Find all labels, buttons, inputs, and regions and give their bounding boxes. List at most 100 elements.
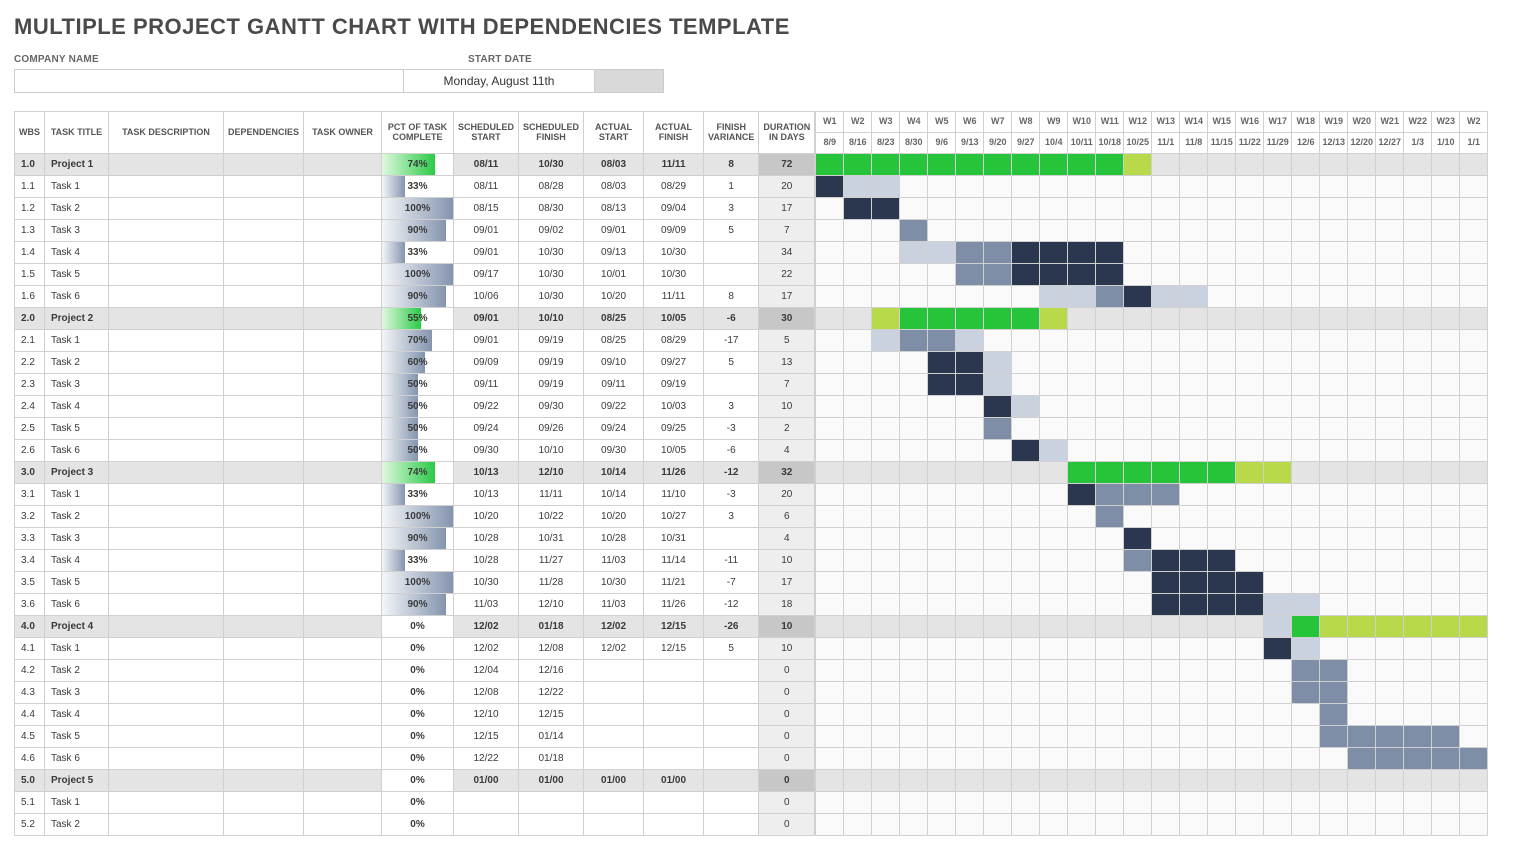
gantt-bar-segment: [956, 330, 984, 352]
project-row[interactable]: 1.0Project 174%08/1110/3008/0311/11872: [15, 154, 815, 176]
gantt-bar-segment: [984, 264, 1012, 286]
pct-cell[interactable]: 33%: [382, 242, 454, 264]
task-row[interactable]: 5.1Task 10%0: [15, 792, 815, 814]
pct-cell[interactable]: 50%: [382, 440, 454, 462]
gantt-bar-segment: [1264, 638, 1292, 660]
pct-cell[interactable]: 0%: [382, 704, 454, 726]
date-header: 1/3: [1404, 133, 1432, 154]
gantt-bar-segment: [1096, 154, 1124, 176]
project-row[interactable]: 4.0Project 40%12/0201/1812/0212/15-2610: [15, 616, 815, 638]
start-date-input[interactable]: Monday, August 11th: [403, 69, 595, 93]
week-header: W11: [1096, 112, 1124, 133]
gantt-bar-segment: [984, 242, 1012, 264]
pct-cell[interactable]: 100%: [382, 198, 454, 220]
task-row[interactable]: 2.1Task 170%09/0109/1908/2508/29-175: [15, 330, 815, 352]
gantt-bar-segment: [956, 242, 984, 264]
gantt-bar-segment: [1292, 682, 1320, 704]
task-row[interactable]: 1.6Task 690%10/0610/3010/2011/11817: [15, 286, 815, 308]
task-row[interactable]: 2.3Task 350%09/1109/1909/1109/197: [15, 374, 815, 396]
pct-cell[interactable]: 0%: [382, 748, 454, 770]
gantt-bar-segment: [844, 176, 872, 198]
date-header: 1/1: [1460, 133, 1488, 154]
pct-cell[interactable]: 0%: [382, 660, 454, 682]
gantt-bar-segment: [1068, 242, 1096, 264]
pct-cell[interactable]: 50%: [382, 418, 454, 440]
gantt-bar-segment: [1096, 462, 1124, 484]
week-header: W9: [1040, 112, 1068, 133]
task-row[interactable]: 2.6Task 650%09/3010/1009/3010/05-64: [15, 440, 815, 462]
pct-cell[interactable]: 0%: [382, 638, 454, 660]
task-row[interactable]: 4.6Task 60%12/2201/180: [15, 748, 815, 770]
project-row[interactable]: 3.0Project 374%10/1312/1010/1411/26-1232: [15, 462, 815, 484]
pct-cell[interactable]: 100%: [382, 572, 454, 594]
week-header: W10: [1068, 112, 1096, 133]
pct-cell[interactable]: 0%: [382, 726, 454, 748]
task-row[interactable]: 2.4Task 450%09/2209/3009/2210/03310: [15, 396, 815, 418]
task-row[interactable]: 4.3Task 30%12/0812/220: [15, 682, 815, 704]
gantt-bar-segment: [1292, 638, 1320, 660]
pct-cell[interactable]: 0%: [382, 616, 454, 638]
pct-cell[interactable]: 33%: [382, 176, 454, 198]
task-row[interactable]: 1.5Task 5100%09/1710/3010/0110/3022: [15, 264, 815, 286]
gantt-bar-segment: [1012, 396, 1040, 418]
gantt-bar-segment: [1208, 550, 1236, 572]
pct-cell[interactable]: 50%: [382, 396, 454, 418]
pct-cell[interactable]: 70%: [382, 330, 454, 352]
task-row[interactable]: 1.2Task 2100%08/1508/3008/1309/04317: [15, 198, 815, 220]
task-row[interactable]: 3.2Task 2100%10/2010/2210/2010/2736: [15, 506, 815, 528]
task-row[interactable]: 5.2Task 20%0: [15, 814, 815, 836]
week-header: W13: [1152, 112, 1180, 133]
gantt-bar-segment: [1404, 616, 1432, 638]
date-header: 11/15: [1208, 133, 1236, 154]
gantt-bar-segment: [900, 154, 928, 176]
task-row[interactable]: 3.1Task 133%10/1311/1110/1411/10-320: [15, 484, 815, 506]
pct-cell[interactable]: 74%: [382, 154, 454, 176]
pct-cell[interactable]: 0%: [382, 682, 454, 704]
task-row[interactable]: 2.5Task 550%09/2409/2609/2409/25-32: [15, 418, 815, 440]
pct-cell[interactable]: 55%: [382, 308, 454, 330]
gantt-bar-segment: [1264, 462, 1292, 484]
task-row[interactable]: 3.4Task 433%10/2811/2711/0311/14-1110: [15, 550, 815, 572]
task-row[interactable]: 4.2Task 20%12/0412/160: [15, 660, 815, 682]
company-input[interactable]: [14, 69, 404, 93]
task-row[interactable]: 4.1Task 10%12/0212/0812/0212/15510: [15, 638, 815, 660]
pct-cell[interactable]: 100%: [382, 264, 454, 286]
gantt-bar-segment: [900, 242, 928, 264]
task-row[interactable]: 4.5Task 50%12/1501/140: [15, 726, 815, 748]
pct-cell[interactable]: 50%: [382, 374, 454, 396]
pct-cell[interactable]: 90%: [382, 286, 454, 308]
week-header: W22: [1404, 112, 1432, 133]
date-header: 11/1: [1152, 133, 1180, 154]
task-row[interactable]: 4.4Task 40%12/1012/150: [15, 704, 815, 726]
task-row[interactable]: 3.6Task 690%11/0312/1011/0311/26-1218: [15, 594, 815, 616]
pct-cell[interactable]: 0%: [382, 814, 454, 836]
task-row[interactable]: 2.2Task 260%09/0909/1909/1009/27513: [15, 352, 815, 374]
pct-cell[interactable]: 90%: [382, 220, 454, 242]
pct-cell[interactable]: 74%: [382, 462, 454, 484]
project-row[interactable]: 5.0Project 50%01/0001/0001/0001/000: [15, 770, 815, 792]
date-header: 10/18: [1096, 133, 1124, 154]
blank-input[interactable]: [594, 69, 664, 93]
pct-cell[interactable]: 33%: [382, 484, 454, 506]
pct-cell[interactable]: 33%: [382, 550, 454, 572]
pct-cell[interactable]: 100%: [382, 506, 454, 528]
gantt-bar-segment: [1320, 704, 1348, 726]
project-row[interactable]: 2.0Project 255%09/0110/1008/2510/05-630: [15, 308, 815, 330]
week-header: W18: [1292, 112, 1320, 133]
task-row[interactable]: 3.3Task 390%10/2810/3110/2810/314: [15, 528, 815, 550]
task-row[interactable]: 1.4Task 433%09/0110/3009/1310/3034: [15, 242, 815, 264]
gantt-bar-segment: [928, 352, 956, 374]
task-row[interactable]: 1.1Task 133%08/1108/2808/0308/29120: [15, 176, 815, 198]
gantt-bar-segment: [1096, 242, 1124, 264]
gantt-bar-segment: [1292, 616, 1320, 638]
date-header: 8/9: [816, 133, 844, 154]
pct-cell[interactable]: 60%: [382, 352, 454, 374]
pct-cell[interactable]: 90%: [382, 594, 454, 616]
gantt-bar-segment: [872, 198, 900, 220]
pct-cell[interactable]: 90%: [382, 528, 454, 550]
pct-cell[interactable]: 0%: [382, 792, 454, 814]
task-row[interactable]: 3.5Task 5100%10/3011/2810/3011/21-717: [15, 572, 815, 594]
task-row[interactable]: 1.3Task 390%09/0109/0209/0109/0957: [15, 220, 815, 242]
pct-cell[interactable]: 0%: [382, 770, 454, 792]
gantt-bar-segment: [1208, 462, 1236, 484]
